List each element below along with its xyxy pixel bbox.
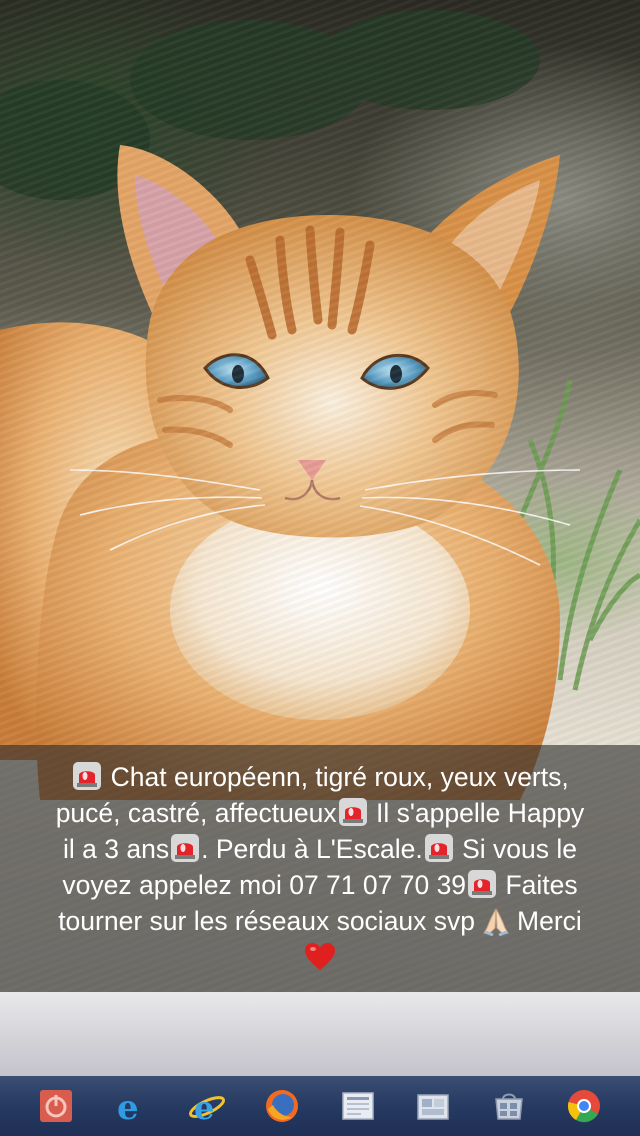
monitor-desktop-strip bbox=[0, 992, 640, 1076]
store-app-icon[interactable] bbox=[489, 1086, 529, 1126]
caption-phone-line: voyez appelez moi 07 71 07 70 39 bbox=[62, 870, 467, 900]
caption-text-line-4b: Faites bbox=[505, 870, 578, 900]
caption-text-line-3c: Si vous le bbox=[462, 834, 577, 864]
caption-text-line-5a: tourner sur les réseaux sociaux svp bbox=[58, 906, 476, 936]
caption-line-3: il a 3 ans . Perdu à L'Escale. Si vous l… bbox=[8, 831, 632, 867]
power-app-icon[interactable] bbox=[36, 1086, 76, 1126]
police-car-light-icon bbox=[171, 834, 200, 862]
caption-text-line-3b: . Perdu à L'Escale. bbox=[201, 834, 423, 864]
folded-hands-icon bbox=[483, 908, 509, 936]
caption-line-4: voyez appelez moi 07 71 07 70 39 Faites bbox=[8, 867, 632, 903]
caption-line-5: tourner sur les réseaux sociaux svp Merc… bbox=[8, 903, 632, 939]
caption-text-line-3a: il a 3 ans bbox=[63, 834, 170, 864]
document-app-icon[interactable] bbox=[338, 1086, 378, 1126]
caption-text-line-2b: Il s'appelle Happy bbox=[375, 798, 585, 828]
police-car-light-icon bbox=[424, 834, 453, 862]
windows-taskbar: e e bbox=[0, 1076, 640, 1136]
police-car-light-icon bbox=[73, 762, 102, 790]
police-car-light-icon bbox=[468, 870, 497, 898]
caption-text-line-1: Chat européenn, tigré roux, yeux verts, bbox=[110, 762, 569, 792]
edge-browser-icon[interactable]: e bbox=[111, 1086, 151, 1126]
caption-text-line-2a: pucé, castré, affectueux bbox=[55, 798, 337, 828]
snap-screen: Chat européenn, tigré roux, yeux verts, … bbox=[0, 0, 640, 1136]
caption-line-1: Chat européenn, tigré roux, yeux verts, bbox=[8, 759, 632, 795]
red-heart-icon bbox=[305, 943, 335, 970]
caption-line-6 bbox=[8, 939, 632, 975]
police-car-light-icon bbox=[338, 798, 367, 826]
file-explorer-icon[interactable] bbox=[413, 1086, 453, 1126]
caption-line-2: pucé, castré, affectueux Il s'appelle Ha… bbox=[8, 795, 632, 831]
snap-caption: Chat européenn, tigré roux, yeux verts, … bbox=[0, 745, 640, 992]
internet-explorer-icon[interactable]: e bbox=[187, 1086, 227, 1126]
svg-text:e: e bbox=[194, 1089, 214, 1126]
chrome-icon[interactable] bbox=[564, 1086, 604, 1126]
caption-text-line-5b: Merci bbox=[517, 906, 582, 936]
firefox-icon[interactable] bbox=[262, 1086, 302, 1126]
svg-text:e: e bbox=[117, 1088, 139, 1125]
